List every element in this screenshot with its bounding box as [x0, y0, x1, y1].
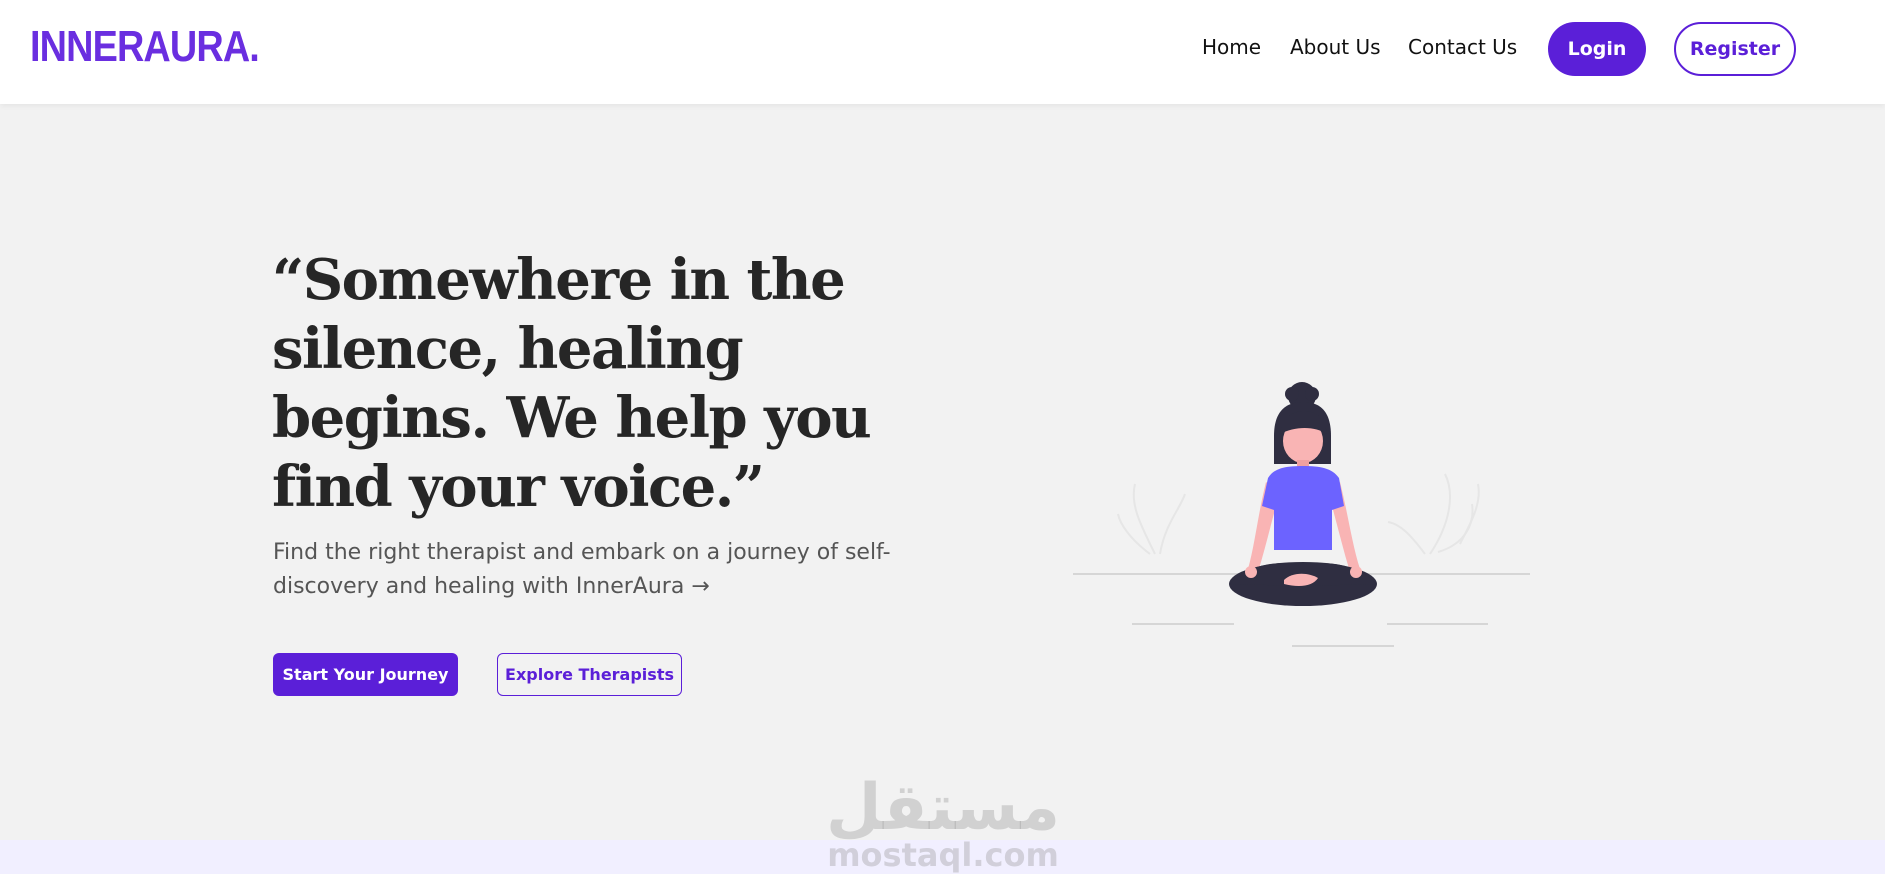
- next-section-band: [0, 840, 1885, 874]
- site-header: INNERAURA. Home About Us Contact Us Logi…: [0, 0, 1885, 104]
- hero-section: “Somewhere in the silence, healing begin…: [0, 104, 1885, 840]
- hero-subtext[interactable]: Find the right therapist and embark on a…: [273, 536, 913, 604]
- site-logo[interactable]: INNERAURA.: [30, 22, 260, 72]
- start-journey-button[interactable]: Start Your Journey: [273, 653, 458, 696]
- hero-quote: “Somewhere in the silence, healing begin…: [272, 247, 872, 520]
- nav-link-about-us[interactable]: About Us: [1290, 35, 1381, 59]
- login-button[interactable]: Login: [1548, 22, 1646, 76]
- nav-link-contact-us[interactable]: Contact Us: [1408, 35, 1517, 59]
- page: INNERAURA. Home About Us Contact Us Logi…: [0, 0, 1885, 894]
- register-button[interactable]: Register: [1674, 22, 1796, 76]
- explore-therapists-button[interactable]: Explore Therapists: [497, 653, 682, 696]
- meditating-person-icon: [1073, 382, 1530, 647]
- nav-link-home[interactable]: Home: [1202, 35, 1261, 59]
